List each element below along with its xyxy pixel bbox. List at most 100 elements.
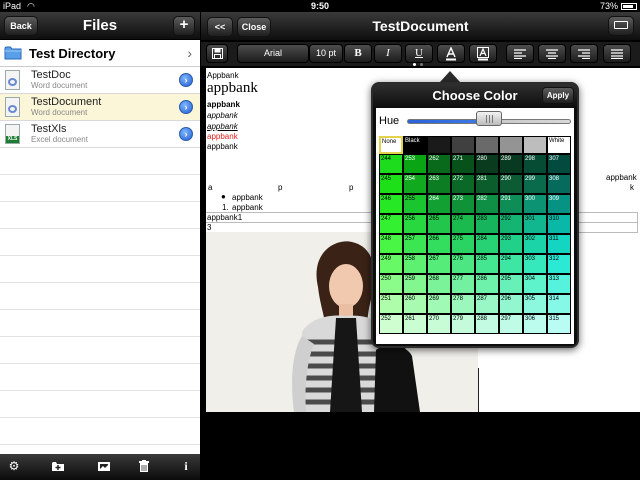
color-swatch[interactable]: 262: [427, 154, 451, 174]
directory-row[interactable]: Test Directory ›: [0, 40, 200, 67]
color-swatch[interactable]: 250: [379, 274, 403, 294]
add-button[interactable]: +: [173, 16, 195, 36]
color-swatch[interactable]: 247: [379, 214, 403, 234]
trash-icon[interactable]: [137, 459, 151, 473]
bold-button[interactable]: B: [344, 44, 372, 63]
color-swatch[interactable]: 299: [523, 174, 547, 194]
font-size-select[interactable]: 10 pt: [309, 44, 343, 63]
color-swatch[interactable]: 244: [379, 154, 403, 174]
color-swatch[interactable]: 296: [499, 294, 523, 314]
color-swatch[interactable]: White: [547, 136, 571, 154]
color-swatch[interactable]: 284: [475, 234, 499, 254]
color-swatch[interactable]: 278: [451, 294, 475, 314]
color-swatch[interactable]: 266: [427, 234, 451, 254]
color-swatch[interactable]: 310: [547, 214, 571, 234]
color-swatch[interactable]: 271: [451, 154, 475, 174]
font-select[interactable]: Arial: [237, 44, 309, 63]
color-swatch[interactable]: 306: [523, 314, 547, 334]
color-swatch[interactable]: 270: [427, 314, 451, 334]
color-swatch[interactable]: 292: [499, 214, 523, 234]
color-swatch[interactable]: 280: [475, 154, 499, 174]
align-center-button[interactable]: [538, 44, 566, 63]
color-swatch[interactable]: 312: [547, 254, 571, 274]
color-swatch[interactable]: 251: [379, 294, 403, 314]
color-swatch[interactable]: 297: [499, 314, 523, 334]
hue-slider-thumb[interactable]: [476, 111, 502, 126]
color-swatch[interactable]: 255: [403, 194, 427, 214]
color-swatch[interactable]: 260: [403, 294, 427, 314]
color-swatch[interactable]: 283: [475, 214, 499, 234]
align-left-button[interactable]: [506, 44, 534, 63]
text-color-button[interactable]: [437, 44, 465, 63]
color-swatch[interactable]: 245: [379, 174, 403, 194]
color-swatch[interactable]: 290: [499, 174, 523, 194]
detail-disclosure-icon[interactable]: ›: [179, 100, 193, 114]
color-swatch[interactable]: 315: [547, 314, 571, 334]
save-button[interactable]: [206, 44, 228, 63]
justify-button[interactable]: [603, 44, 631, 63]
color-swatch[interactable]: 267: [427, 254, 451, 274]
apply-button[interactable]: Apply: [542, 87, 574, 104]
color-swatch[interactable]: 300: [523, 194, 547, 214]
color-swatch[interactable]: [451, 136, 475, 154]
color-swatch[interactable]: 286: [475, 274, 499, 294]
color-swatch[interactable]: 265: [427, 214, 451, 234]
color-swatch[interactable]: 268: [427, 274, 451, 294]
color-swatch[interactable]: 254: [403, 174, 427, 194]
color-swatch[interactable]: 287: [475, 294, 499, 314]
color-swatch[interactable]: [523, 136, 547, 154]
color-swatch[interactable]: 313: [547, 274, 571, 294]
color-swatch[interactable]: 295: [499, 274, 523, 294]
keyboard-button[interactable]: [608, 16, 634, 36]
color-swatch[interactable]: 301: [523, 214, 547, 234]
underline-button[interactable]: U: [405, 44, 433, 63]
color-swatch[interactable]: 304: [523, 274, 547, 294]
color-swatch[interactable]: 272: [451, 174, 475, 194]
color-swatch[interactable]: 274: [451, 214, 475, 234]
color-swatch[interactable]: Black: [403, 136, 427, 154]
color-swatch[interactable]: 252: [379, 314, 403, 334]
color-swatch[interactable]: 298: [523, 154, 547, 174]
import-photo-icon[interactable]: [97, 459, 111, 473]
color-swatch[interactable]: 264: [427, 194, 451, 214]
new-folder-icon[interactable]: [51, 459, 65, 473]
highlight-color-button[interactable]: [469, 44, 497, 63]
color-swatch[interactable]: 269: [427, 294, 451, 314]
color-swatch[interactable]: 288: [475, 314, 499, 334]
italic-button[interactable]: I: [374, 44, 402, 63]
color-swatch[interactable]: 259: [403, 274, 427, 294]
info-icon[interactable]: i: [179, 459, 193, 473]
align-right-button[interactable]: [570, 44, 598, 63]
color-swatch[interactable]: 285: [475, 254, 499, 274]
color-swatch[interactable]: 275: [451, 234, 475, 254]
color-swatch[interactable]: 314: [547, 294, 571, 314]
color-swatch[interactable]: 305: [523, 294, 547, 314]
color-swatch[interactable]: 291: [499, 194, 523, 214]
detail-disclosure-icon[interactable]: ›: [179, 127, 193, 141]
color-swatch[interactable]: [475, 136, 499, 154]
color-swatch[interactable]: None: [379, 136, 403, 154]
color-swatch[interactable]: 279: [451, 314, 475, 334]
detail-disclosure-icon[interactable]: ›: [179, 73, 193, 87]
color-swatch[interactable]: 258: [403, 254, 427, 274]
color-swatch[interactable]: 276: [451, 254, 475, 274]
file-row[interactable]: XLS TestXls Excel document ›: [0, 121, 200, 148]
color-swatch[interactable]: 302: [523, 234, 547, 254]
color-swatch[interactable]: 248: [379, 234, 403, 254]
color-swatch[interactable]: 261: [403, 314, 427, 334]
color-swatch[interactable]: 311: [547, 234, 571, 254]
color-swatch[interactable]: 308: [547, 174, 571, 194]
color-swatch[interactable]: 273: [451, 194, 475, 214]
color-swatch[interactable]: 257: [403, 234, 427, 254]
file-row-selected[interactable]: TestDocument Word document ›: [0, 94, 200, 121]
gear-icon[interactable]: ⚙: [7, 459, 21, 473]
color-swatch[interactable]: 307: [547, 154, 571, 174]
color-swatch[interactable]: 309: [547, 194, 571, 214]
color-swatch[interactable]: [499, 136, 523, 154]
file-row[interactable]: TestDoc Word document ›: [0, 67, 200, 94]
color-swatch[interactable]: 256: [403, 214, 427, 234]
color-swatch[interactable]: 249: [379, 254, 403, 274]
color-swatch[interactable]: 289: [499, 154, 523, 174]
color-swatch[interactable]: [427, 136, 451, 154]
color-swatch[interactable]: 294: [499, 254, 523, 274]
